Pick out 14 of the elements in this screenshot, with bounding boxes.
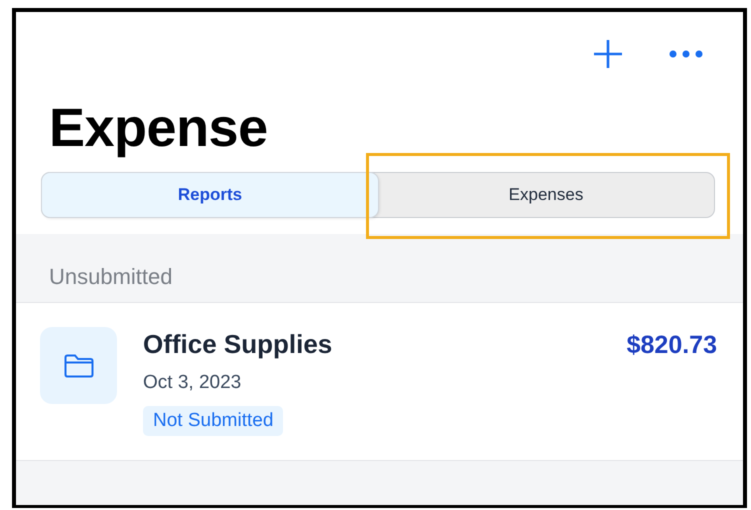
folder-icon	[64, 354, 94, 378]
segment-tab[interactable]: Reports	[42, 173, 378, 217]
plus-icon	[593, 39, 623, 69]
section-header: Unsubmitted	[49, 264, 173, 290]
report-name: Office Supplies	[143, 329, 332, 360]
more-button[interactable]	[669, 50, 703, 58]
page-title: Expense	[49, 98, 268, 158]
report-date: Oct 3, 2023	[143, 372, 242, 394]
report-row[interactable]: Office Supplies Oct 3, 2023 Not Submitted $820.73	[16, 302, 743, 461]
add-button[interactable]	[593, 39, 623, 69]
more-icon	[669, 50, 703, 58]
segment-tab[interactable]: Expenses	[378, 173, 714, 217]
status-tag: Not Submitted	[143, 406, 284, 436]
report-amount: $820.73	[626, 331, 717, 361]
